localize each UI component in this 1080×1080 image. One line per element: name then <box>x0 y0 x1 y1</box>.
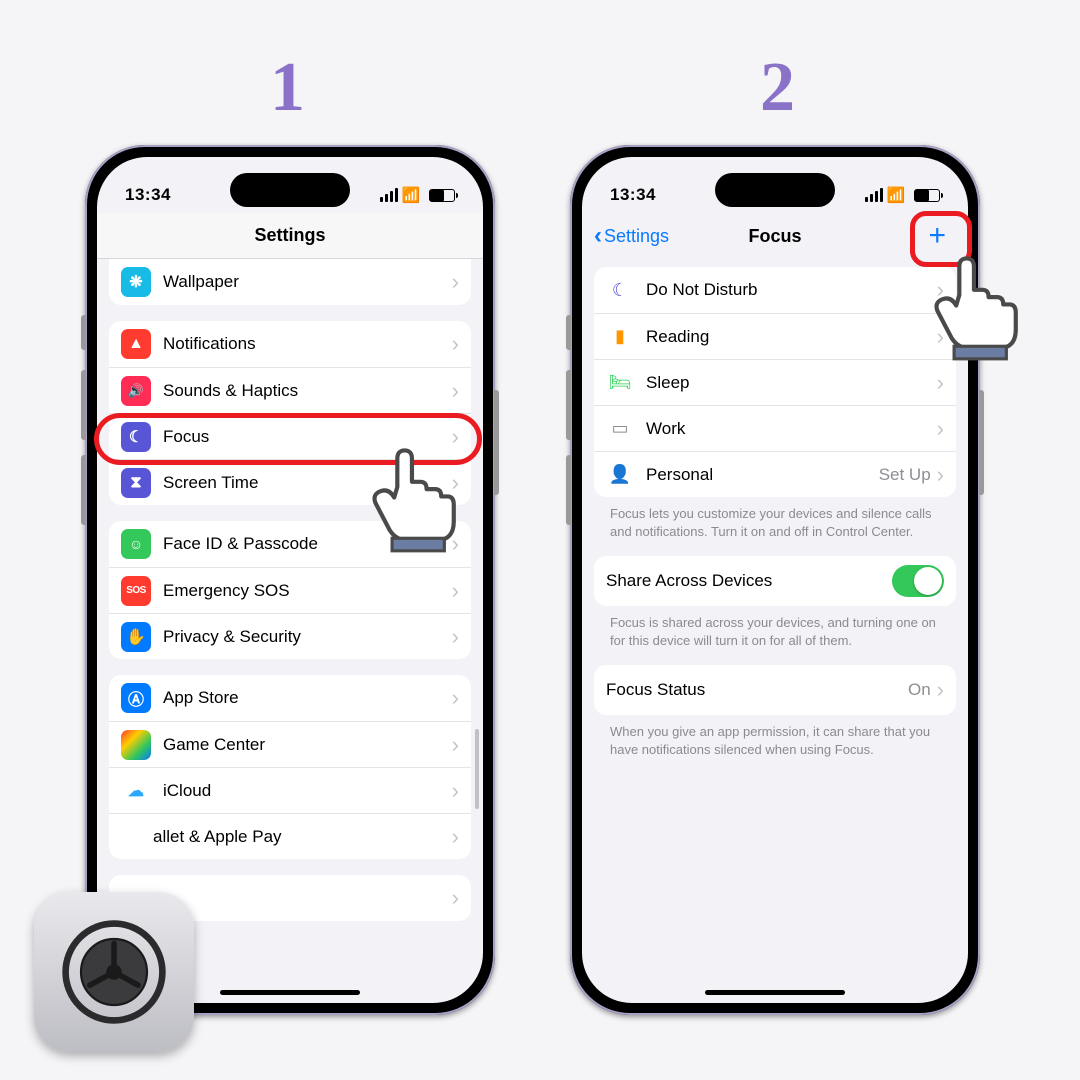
notifications-icon: ▲ <box>121 329 151 359</box>
footer-text-1: Focus lets you customize your devices an… <box>594 497 956 540</box>
home-indicator[interactable] <box>220 990 360 995</box>
back-button[interactable]: ‹ Settings <box>594 224 669 248</box>
moon-icon: ☾ <box>606 280 634 301</box>
chevron-right-icon: › <box>452 885 459 911</box>
wifi-icon: 📶 <box>887 186 906 204</box>
chevron-right-icon: › <box>452 531 459 557</box>
focus-row-dnd[interactable]: ☾ Do Not Disturb › <box>594 267 956 313</box>
nav-bar: Settings <box>97 213 483 259</box>
focus-status-value: On <box>908 680 931 700</box>
briefcase-icon: ▭ <box>606 418 634 439</box>
wifi-icon: 📶 <box>402 186 421 204</box>
settings-row-sos[interactable]: SOS Emergency SOS › <box>109 567 471 613</box>
setup-label: Set Up <box>879 465 931 485</box>
gamecenter-icon <box>121 730 151 760</box>
share-across-devices-row[interactable]: Share Across Devices <box>594 556 956 606</box>
chevron-right-icon: › <box>452 732 459 758</box>
status-time: 13:34 <box>610 185 656 205</box>
chevron-right-icon: › <box>452 470 459 496</box>
focus-row-personal[interactable]: 👤 Personal Set Up › <box>594 451 956 497</box>
focus-status-row[interactable]: Focus Status On › <box>594 665 956 715</box>
chevron-right-icon: › <box>937 370 944 396</box>
settings-row-faceid[interactable]: ☺ Face ID & Passcode › <box>109 521 471 567</box>
bed-icon: 🛏 <box>606 372 634 393</box>
chevron-right-icon: › <box>452 378 459 404</box>
privacy-icon: ✋ <box>121 622 151 652</box>
chevron-right-icon: › <box>452 778 459 804</box>
nav-bar: ‹ Settings Focus + <box>582 213 968 259</box>
settings-row-focus[interactable]: ☾ Focus › <box>109 413 471 459</box>
chevron-right-icon: › <box>937 277 944 303</box>
chevron-right-icon: › <box>452 578 459 604</box>
chevron-right-icon: › <box>937 324 944 350</box>
settings-row-appstore[interactable]: Ⓐ App Store › <box>109 675 471 721</box>
wallpaper-icon: ❋ <box>121 267 151 297</box>
settings-row-privacy[interactable]: ✋ Privacy & Security › <box>109 613 471 659</box>
settings-row-screentime[interactable]: ⧗ Screen Time › <box>109 459 471 505</box>
step-number-2: 2 <box>760 48 795 128</box>
page-title: Focus <box>748 226 801 247</box>
gear-icon <box>59 917 169 1027</box>
home-indicator[interactable] <box>705 990 845 995</box>
screentime-icon: ⧗ <box>121 468 151 498</box>
person-icon: 👤 <box>606 464 634 485</box>
add-button[interactable]: + <box>928 221 946 251</box>
page-title: Settings <box>254 225 325 246</box>
battery-icon <box>429 189 455 202</box>
cellular-icon <box>380 188 398 202</box>
chevron-right-icon: › <box>452 424 459 450</box>
footer-text-3: When you give an app permission, it can … <box>594 715 956 758</box>
phone-frame-1: 13:34 📶 Settings ❋ Wallpaper › <box>85 145 495 1015</box>
focus-row-sleep[interactable]: 🛏 Sleep › <box>594 359 956 405</box>
settings-app-icon <box>34 892 194 1052</box>
focus-row-reading[interactable]: ▮ Reading › <box>594 313 956 359</box>
chevron-left-icon: ‹ <box>594 224 602 248</box>
appstore-icon: Ⓐ <box>121 683 151 713</box>
share-toggle[interactable] <box>892 565 944 597</box>
chevron-right-icon: › <box>452 624 459 650</box>
settings-row-gamecenter[interactable]: Game Center › <box>109 721 471 767</box>
settings-row-icloud[interactable]: ☁ iCloud › <box>109 767 471 813</box>
chevron-right-icon: › <box>452 331 459 357</box>
settings-row-sounds[interactable]: 🔊 Sounds & Haptics › <box>109 367 471 413</box>
focus-row-work[interactable]: ▭ Work › <box>594 405 956 451</box>
settings-row-wallet[interactable]: allet & Apple Pay › <box>109 813 471 859</box>
icloud-icon: ☁ <box>121 776 151 806</box>
settings-row-wallpaper[interactable]: ❋ Wallpaper › <box>109 259 471 305</box>
faceid-icon: ☺ <box>121 529 151 559</box>
focus-icon: ☾ <box>121 422 151 452</box>
cellular-icon <box>865 188 883 202</box>
chevron-right-icon: › <box>452 685 459 711</box>
dynamic-island <box>715 173 835 207</box>
book-icon: ▮ <box>606 326 634 347</box>
footer-text-2: Focus is shared across your devices, and… <box>594 606 956 649</box>
scrollbar[interactable] <box>475 729 479 809</box>
status-time: 13:34 <box>125 185 171 205</box>
settings-row-notifications[interactable]: ▲ Notifications › <box>109 321 471 367</box>
battery-icon <box>914 189 940 202</box>
dynamic-island <box>230 173 350 207</box>
sounds-icon: 🔊 <box>121 376 151 406</box>
phone-frame-2: 13:34 📶 ‹ Settings Focus + ☾ <box>570 145 980 1015</box>
chevron-right-icon: › <box>937 416 944 442</box>
chevron-right-icon: › <box>452 824 459 850</box>
chevron-right-icon: › <box>937 462 944 488</box>
sos-icon: SOS <box>121 576 151 606</box>
step-number-1: 1 <box>270 48 305 128</box>
chevron-right-icon: › <box>452 269 459 295</box>
chevron-right-icon: › <box>937 677 944 703</box>
